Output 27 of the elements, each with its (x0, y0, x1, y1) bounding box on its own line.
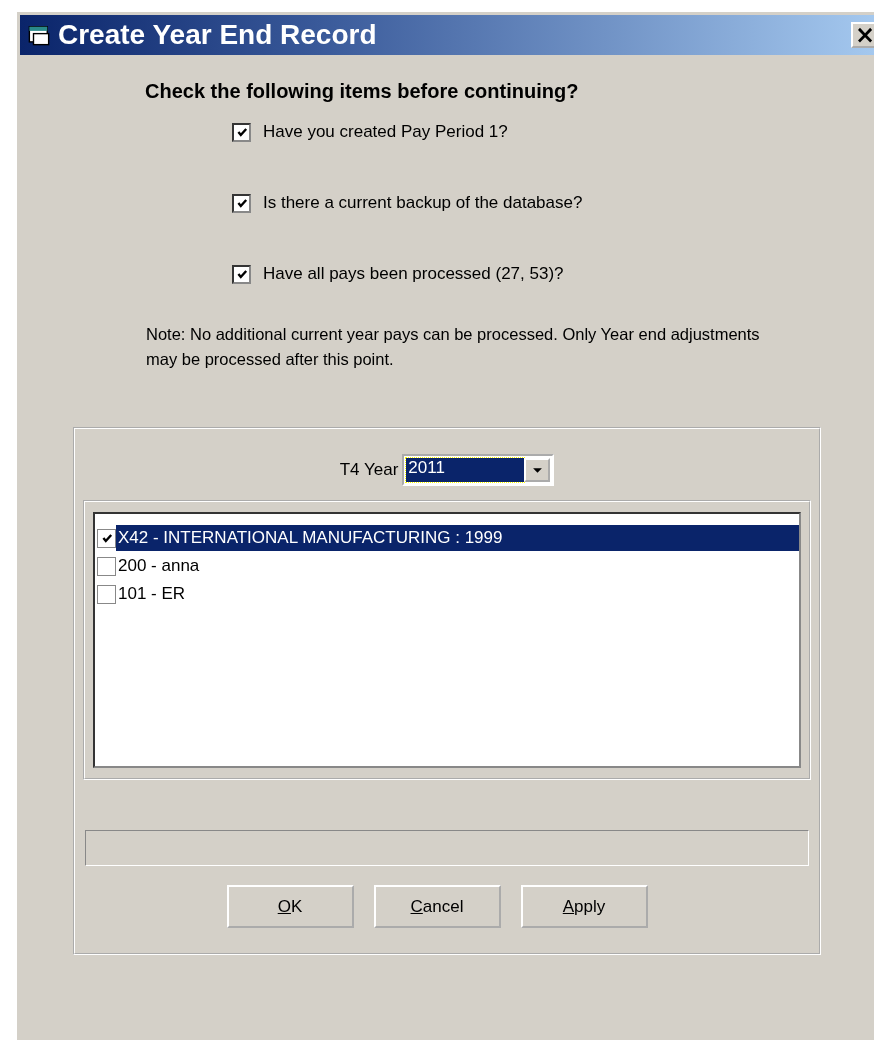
year-dropdown[interactable]: 2011 (402, 454, 555, 486)
dialog-button[interactable]: Cancel (373, 885, 501, 928)
list-item[interactable]: 200 - anna (116, 553, 799, 579)
heading: Check the following items before continuing? (145, 78, 580, 104)
checkbox-label: Is there a current backup of the database? (263, 193, 583, 213)
window-title: Create Year End Record (58, 19, 378, 51)
dialog-button[interactable]: OK (226, 885, 354, 928)
checkbox-label: Have all pays been processed (27, 53)? (263, 264, 564, 284)
checkbox[interactable] (232, 264, 251, 284)
close-button[interactable]: × (851, 22, 874, 48)
window-icon (28, 24, 50, 46)
checkbox[interactable] (97, 584, 116, 604)
list-item[interactable]: 101 - ER (116, 581, 799, 607)
checkmark-icon (235, 126, 248, 138)
checkmark-icon (235, 268, 248, 280)
checkbox[interactable] (97, 556, 116, 576)
checkbox-label: Have you created Pay Period 1? (263, 122, 508, 142)
year-label: T4 Year (339, 460, 399, 480)
checkbox[interactable] (232, 122, 251, 142)
dropdown-arrow-icon (531, 466, 543, 474)
checkbox[interactable] (97, 528, 116, 548)
note-text: Note: No additional current year pays can be processed. Only Year end adjustments may be processed after this point. (146, 324, 761, 370)
list-item[interactable]: X42 - INTERNATIONAL MANUFACTURING : 1999 (116, 525, 799, 551)
dialog-button[interactable]: Apply (520, 885, 648, 928)
checkmark-icon (100, 532, 113, 544)
checkbox[interactable] (232, 193, 251, 213)
checkmark-icon (235, 197, 248, 209)
